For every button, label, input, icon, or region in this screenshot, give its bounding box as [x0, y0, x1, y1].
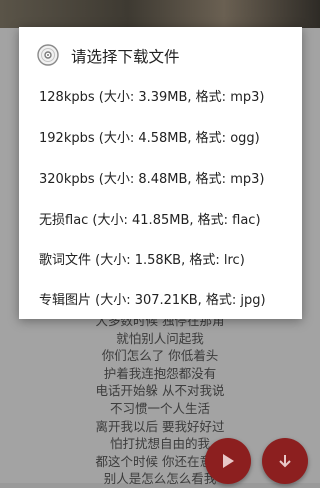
download-dialog: 请选择下载文件 128kpbs (大小: 3.39MB, 格式: mp3) 19… — [19, 27, 302, 319]
option-320kbps-mp3[interactable]: 320kpbs (大小: 8.48MB, 格式: mp3) — [19, 157, 302, 197]
option-label: 320kpbs (大小: 8.48MB, 格式: mp3) — [39, 171, 265, 187]
download-icon — [279, 455, 291, 468]
lyric-line: 你们怎么了 你低着头 — [101, 348, 219, 364]
disc-icon — [37, 44, 59, 66]
option-label: 专辑图片 (大小: 307.21KB, 格式: jpg) — [39, 292, 266, 308]
play-button[interactable] — [205, 438, 251, 484]
dialog-title: 请选择下载文件 — [71, 48, 180, 66]
option-192kbps-ogg[interactable]: 192kpbs (大小: 4.58MB, 格式: ogg) — [19, 116, 302, 156]
option-label: 歌词文件 (大小: 1.58KB, 格式: lrc) — [39, 252, 245, 268]
option-lyrics-lrc[interactable]: 歌词文件 (大小: 1.58KB, 格式: lrc) — [19, 238, 302, 278]
option-label: 128kpbs (大小: 3.39MB, 格式: mp3) — [39, 89, 265, 105]
lyric-line: 不习惯一个人生活 — [109, 400, 210, 416]
lyric-line: 护着我连抱怨都没有 — [103, 365, 217, 381]
download-button[interactable] — [262, 438, 308, 484]
option-lossless-flac[interactable]: 无损flac (大小: 41.85MB, 格式: flac) — [19, 198, 302, 238]
option-128kbps-mp3[interactable]: 128kpbs (大小: 3.39MB, 格式: mp3) — [19, 75, 302, 115]
album-banner — [0, 0, 320, 28]
lyric-line: 就怕别人问起我 — [116, 330, 204, 346]
lyric-line: 电话开始躲 从不对我说 — [95, 383, 225, 399]
play-icon — [223, 454, 234, 468]
option-label: 无损flac (大小: 41.85MB, 格式: flac) — [39, 212, 261, 228]
option-label: 192kpbs (大小: 4.58MB, 格式: ogg) — [39, 130, 260, 146]
lyric-line: 离开我以后 要我好好过 — [95, 418, 225, 434]
option-album-art-jpg[interactable]: 专辑图片 (大小: 307.21KB, 格式: jpg) — [19, 278, 302, 318]
